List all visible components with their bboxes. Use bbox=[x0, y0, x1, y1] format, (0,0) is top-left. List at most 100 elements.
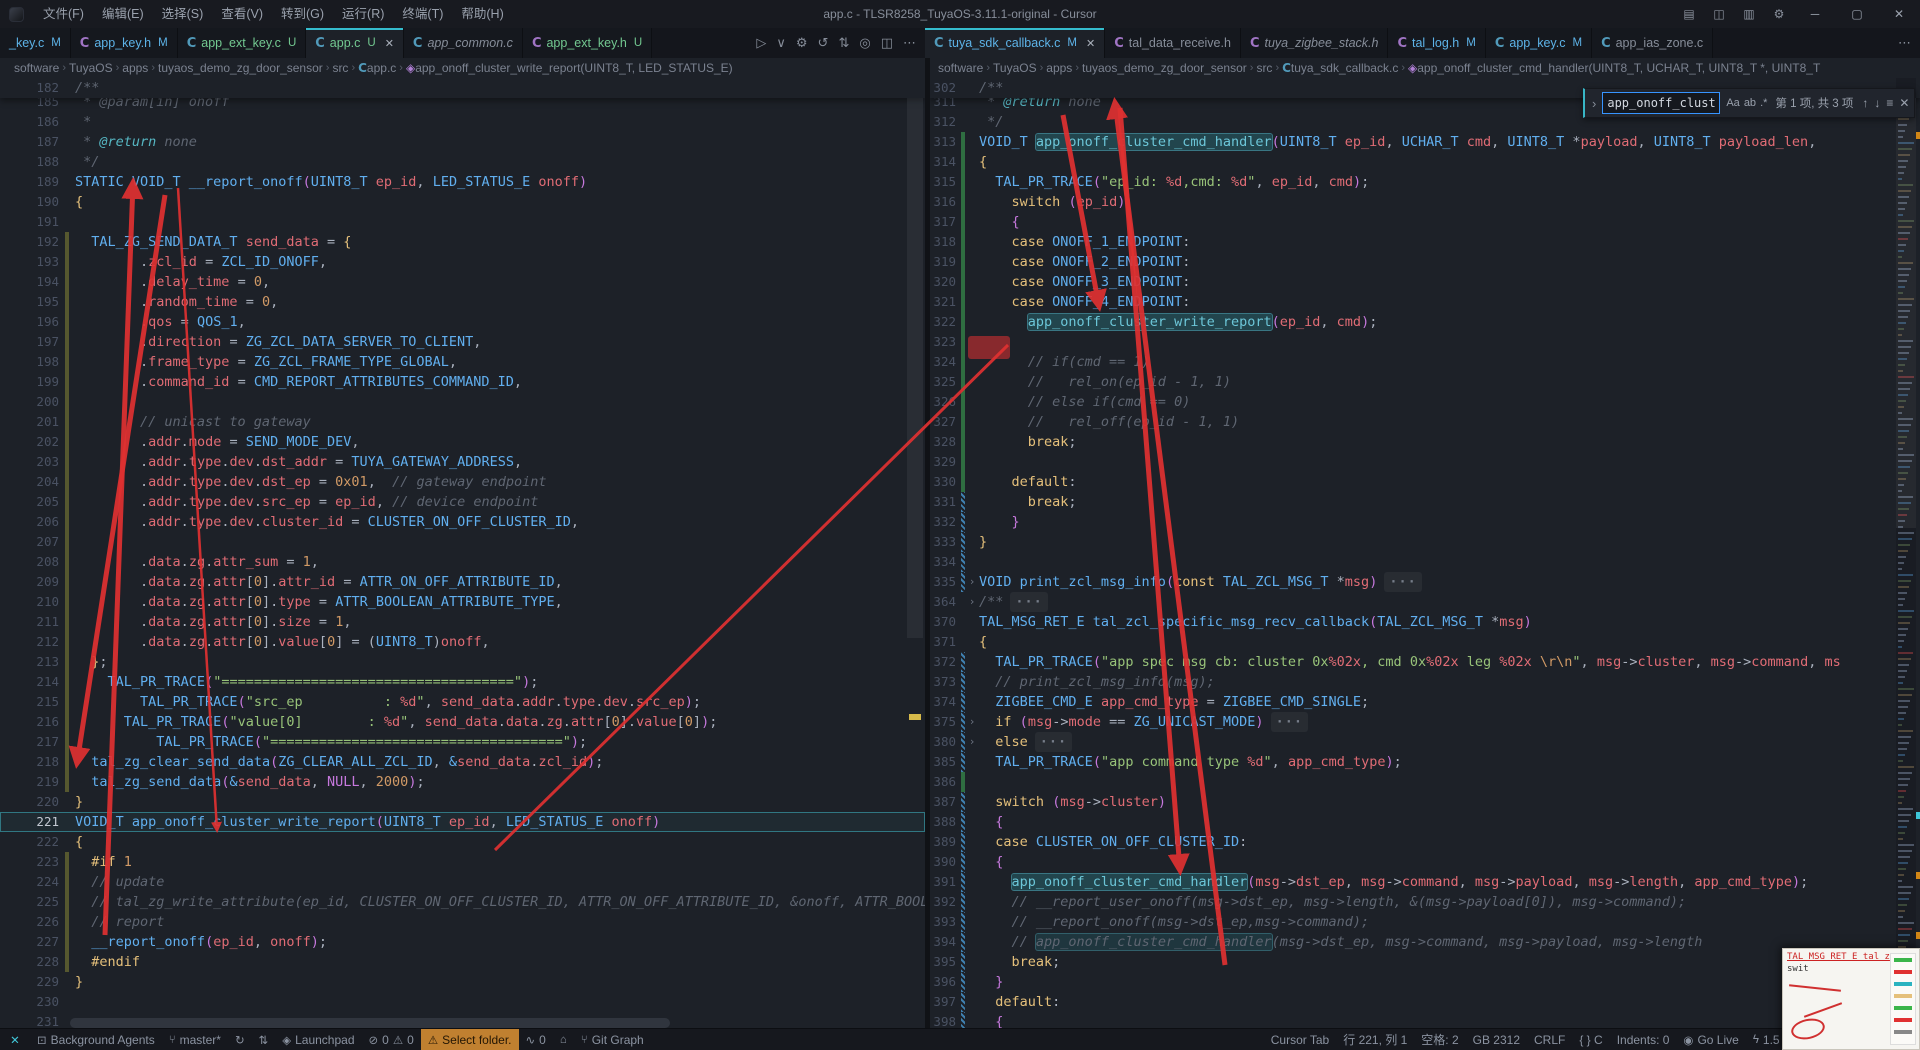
code-line[interactable]: 224 // update bbox=[0, 872, 925, 892]
code-line[interactable]: 200 bbox=[0, 392, 925, 412]
find-close-button[interactable]: ✕ bbox=[1896, 96, 1912, 110]
code-line[interactable]: 204 .addr.type.dev.dst_ep = 0x01, // gat… bbox=[0, 472, 925, 492]
code-line[interactable]: 223 #if 1 bbox=[0, 852, 925, 872]
code-line[interactable]: 370 TAL_MSG_RET_E tal_zcl_specific_msg_re… bbox=[930, 612, 1920, 632]
tab-tal_log.h[interactable]: Ctal_log.h M bbox=[1388, 28, 1486, 58]
code-line[interactable]: 396 } bbox=[930, 972, 1920, 992]
settings-gear-icon[interactable]: ⚙ bbox=[791, 35, 813, 51]
find-in-selection-button[interactable]: ≡ bbox=[1883, 96, 1896, 110]
language-mode[interactable]: { } C bbox=[1572, 1029, 1609, 1050]
encoding[interactable]: GB 2312 bbox=[1466, 1029, 1527, 1050]
breadcrumb-item[interactable]: software bbox=[14, 61, 59, 75]
code-line[interactable]: 386 bbox=[930, 772, 1920, 792]
code-line[interactable]: 389 case CLUSTER_ON_OFF_CLUSTER_ID: bbox=[930, 832, 1920, 852]
breadcrumb-item[interactable]: app_onoff_cluster_cmd_handler(UINT8_T, U… bbox=[1417, 61, 1820, 75]
code-line[interactable]: 334 bbox=[930, 552, 1920, 572]
breadcrumb-item[interactable]: TuyaOS bbox=[69, 61, 113, 75]
code-line[interactable]: 375 › if (msg->mode == ZG_UNICAST_MODE) ··… bbox=[930, 712, 1920, 732]
code-line[interactable]: 318 case ONOFF_1_ENDPOINT: bbox=[930, 232, 1920, 252]
code-line[interactable]: 187 * @return none bbox=[0, 132, 925, 152]
code-line[interactable]: 331 break; bbox=[930, 492, 1920, 512]
code-line[interactable]: 385 TAL_PR_TRACE("app command type %d", … bbox=[930, 752, 1920, 772]
git-branch[interactable]: ⑂ master* bbox=[162, 1029, 228, 1050]
cursor-position[interactable]: 行 221, 列 1 bbox=[1336, 1029, 1414, 1050]
code-line[interactable]: 319 case ONOFF_2_ENDPOINT: bbox=[930, 252, 1920, 272]
code-line[interactable]: 208 .data.zg.attr_sum = 1, bbox=[0, 552, 925, 572]
breadcrumb-item[interactable]: tuyaos_demo_zg_door_sensor bbox=[158, 61, 323, 75]
tab-app.c[interactable]: Capp.c U ✕ bbox=[306, 28, 404, 58]
code-line[interactable]: 394 // app_onoff_cluster_cmd_handler(msg… bbox=[930, 932, 1920, 952]
close-tab-icon[interactable]: ✕ bbox=[385, 37, 394, 50]
breadcrumb-item[interactable]: src bbox=[1256, 61, 1272, 75]
find-option-ab[interactable]: ab bbox=[1742, 97, 1758, 109]
code-line[interactable]: 230 bbox=[0, 992, 925, 1012]
code-line[interactable]: 206 .addr.type.dev.cluster_id = CLUSTER_… bbox=[0, 512, 925, 532]
code-line[interactable]: 210 .data.zg.attr[0].type = ATTR_BOOLEAN… bbox=[0, 592, 925, 612]
code-line[interactable]: 320 case ONOFF_3_ENDPOINT: bbox=[930, 272, 1920, 292]
launchpad[interactable]: ◈ Launchpad bbox=[275, 1029, 361, 1050]
code-line[interactable]: 197 .direction = ZG_ZCL_DATA_SERVER_TO_C… bbox=[0, 332, 925, 352]
sync-icon[interactable]: ↻ bbox=[228, 1029, 252, 1050]
split-editor-icon[interactable]: ◫ bbox=[876, 35, 898, 51]
tab-app_ias_zone.c[interactable]: Capp_ias_zone.c bbox=[1592, 28, 1714, 58]
menu-item-f[interactable]: 文件(F) bbox=[34, 0, 93, 28]
code-line[interactable]: 329 bbox=[930, 452, 1920, 472]
code-line[interactable]: 218 tal_zg_clear_send_data(ZG_CLEAR_ALL_… bbox=[0, 752, 925, 772]
tab-tal_data_receive.h[interactable]: Ctal_data_receive.h bbox=[1105, 28, 1241, 58]
menu-item-t[interactable]: 终端(T) bbox=[393, 0, 452, 28]
code-line[interactable]: 316 switch (ep_id) bbox=[930, 192, 1920, 212]
code-line[interactable]: 216 TAL_PR_TRACE("value[0] : %d", send_d… bbox=[0, 712, 925, 732]
code-line[interactable]: 374 ZIGBEE_CMD_E app_cmd_type = ZIGBEE_C… bbox=[930, 692, 1920, 712]
code-line[interactable]: 395 break; bbox=[930, 952, 1920, 972]
settings-gear-icon[interactable]: ⚙ bbox=[1764, 7, 1794, 21]
code-line[interactable]: 226 // report bbox=[0, 912, 925, 932]
more-actions-icon[interactable]: ⋯ bbox=[1893, 35, 1916, 51]
code-line[interactable]: 192 TAL_ZG_SEND_DATA_T send_data = { bbox=[0, 232, 925, 252]
run-dropdown-chevron-icon[interactable]: ∨ bbox=[771, 35, 791, 51]
breadcrumb-item[interactable]: tuya_sdk_callback.c bbox=[1291, 61, 1398, 75]
indentation[interactable]: 空格: 2 bbox=[1414, 1029, 1465, 1050]
code-line[interactable]: 195 .random_time = 0, bbox=[0, 292, 925, 312]
code-line[interactable]: 201 // unicast to gateway bbox=[0, 412, 925, 432]
editor-right[interactable]: 302 /** 311 * @return none 312 */ 313 VOID_T … bbox=[930, 78, 1920, 1028]
code-line[interactable]: 380 › else ··· bbox=[930, 732, 1920, 752]
breadcrumb-item[interactable]: TuyaOS bbox=[993, 61, 1037, 75]
code-line[interactable]: 327 // rel_off(ep_id - 1, 1) bbox=[930, 412, 1920, 432]
menu-item-v[interactable]: 查看(V) bbox=[212, 0, 272, 28]
background-agents[interactable]: ⊡ Background Agents bbox=[30, 1029, 162, 1050]
code-line[interactable]: 207 bbox=[0, 532, 925, 552]
code-line[interactable]: 219 tal_zg_send_data(&send_data, NULL, 2… bbox=[0, 772, 925, 792]
code-line[interactable]: 388 { bbox=[930, 812, 1920, 832]
code-line[interactable]: 217 TAL_PR_TRACE("======================… bbox=[0, 732, 925, 752]
code-line[interactable]: 198 .frame_type = ZG_ZCL_FRAME_TYPE_GLOB… bbox=[0, 352, 925, 372]
find-option-Aa[interactable]: Aa bbox=[1724, 97, 1741, 109]
port-count[interactable]: ∿ 0 bbox=[519, 1029, 553, 1050]
code-line[interactable]: 373 // print_zcl_msg_info(msg); bbox=[930, 672, 1920, 692]
code-line[interactable]: 372 TAL_PR_TRACE("app spec msg cb: clust… bbox=[930, 652, 1920, 672]
code-line[interactable]: 225 // tal_zg_write_attribute(ep_id, CLU… bbox=[0, 892, 925, 912]
code-line[interactable]: 228 #endif bbox=[0, 952, 925, 972]
breadcrumb[interactable]: software › TuyaOS › apps › tuyaos_demo_zg_door… bbox=[930, 58, 1920, 78]
find-prev-button[interactable]: ↑ bbox=[1859, 96, 1871, 110]
maximize-button[interactable]: ▢ bbox=[1836, 0, 1878, 28]
find-next-button[interactable]: ↓ bbox=[1871, 96, 1883, 110]
breadcrumb-item[interactable]: app_onoff_cluster_write_report(UINT8_T, … bbox=[415, 61, 732, 75]
close-tab-icon[interactable]: ✕ bbox=[1086, 37, 1095, 50]
left-horizontal-scrollbar[interactable] bbox=[70, 1018, 670, 1028]
code-line[interactable]: 392 // __report_user_onoff(msg->dst_ep, … bbox=[930, 892, 1920, 912]
code-line[interactable]: 321 case ONOFF_4_ENDPOINT: bbox=[930, 292, 1920, 312]
code-line[interactable]: 190 { bbox=[0, 192, 925, 212]
code-line[interactable]: 199 .command_id = CMD_REPORT_ATTRIBUTES_… bbox=[0, 372, 925, 392]
fold-chevron-icon[interactable]: › bbox=[965, 592, 979, 612]
more-actions-icon[interactable]: ⋯ bbox=[898, 35, 921, 51]
compare-icon[interactable]: ⇅ bbox=[252, 1029, 276, 1050]
menu-item-g[interactable]: 转到(G) bbox=[272, 0, 333, 28]
minimize-button[interactable]: ─ bbox=[1794, 0, 1836, 28]
code-line[interactable]: 397 default: bbox=[930, 992, 1920, 1012]
find-input[interactable] bbox=[1602, 92, 1721, 114]
code-line[interactable]: 390 { bbox=[930, 852, 1920, 872]
code-line[interactable]: 211 .data.zg.attr[0].size = 1, bbox=[0, 612, 925, 632]
minimap-slider[interactable] bbox=[1896, 98, 1916, 528]
code-line[interactable]: 325 // rel_on(ep_id - 1, 1) bbox=[930, 372, 1920, 392]
fold-chevron-icon[interactable]: › bbox=[965, 732, 979, 752]
